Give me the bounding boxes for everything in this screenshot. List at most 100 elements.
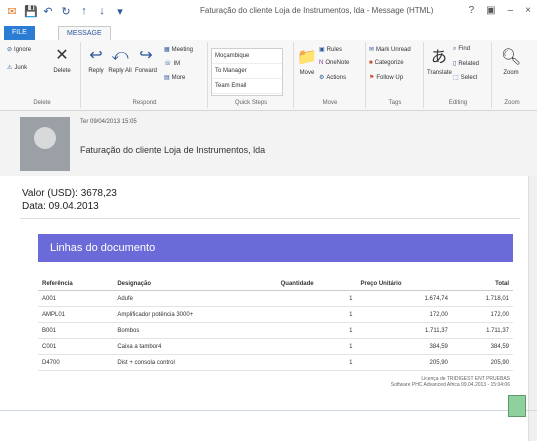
meeting-label: Meeting	[171, 47, 194, 53]
cell-total: 384,59	[451, 338, 513, 355]
translate-button[interactable]: あ Translate	[427, 48, 452, 76]
move-group-label: Move	[322, 100, 338, 106]
document-lines-table: Referência Designação Quantidade Preço U…	[38, 278, 513, 371]
ignore-icon: ⊘	[7, 47, 13, 53]
cell-price: 1.674,74	[356, 290, 452, 307]
quick-step-to-manager[interactable]: To Manager	[212, 64, 282, 79]
actions-label: Actions	[326, 75, 347, 81]
cell-ref: B001	[38, 322, 114, 339]
junk-button[interactable]: ⚠ Junk	[7, 64, 27, 71]
categorize-button[interactable]: ■ Categorize	[369, 60, 404, 66]
onenote-button[interactable]: N OneNote	[319, 60, 349, 66]
mark-unread-button[interactable]: ✉ Mark Unread	[369, 46, 411, 53]
find-button[interactable]: ⌕ Find	[453, 46, 470, 53]
quick-step-mocambique[interactable]: Moçambique	[212, 49, 282, 64]
move-label: Move	[299, 70, 315, 76]
reply-label: Reply	[88, 68, 104, 74]
more-button[interactable]: ▤ More	[164, 74, 185, 81]
sender-avatar	[20, 117, 70, 171]
follow-up-button[interactable]: ⚑ Follow Up	[369, 74, 403, 81]
cell-ref: C001	[38, 338, 114, 355]
reply-button[interactable]: ↩ Reply	[84, 46, 108, 74]
editing-group-label: Editing	[448, 100, 468, 106]
table-header-row: Referência Designação Quantidade Preço U…	[38, 278, 513, 291]
tab-file[interactable]: FILE	[4, 26, 35, 40]
rules-label: Rules	[326, 47, 343, 53]
zoom-group-label: Zoom	[504, 100, 520, 106]
down-arrow-icon[interactable]: ↓	[96, 5, 108, 18]
actions-icon: ⚙	[319, 75, 325, 81]
cell-price: 172,00	[356, 306, 452, 323]
tab-message[interactable]: MESSAGE	[58, 26, 111, 41]
help-button[interactable]: ?	[469, 5, 475, 16]
im-button[interactable]: ☏ IM	[164, 60, 180, 67]
col-preco: Preço Unitário	[356, 278, 452, 291]
col-designacao: Designação	[113, 278, 277, 291]
quick-steps-group: Moçambique To Manager Team Email Quick S…	[209, 42, 294, 108]
rules-button[interactable]: ▣ Rules	[319, 46, 342, 53]
ignore-button[interactable]: ⊘ Ignore	[7, 46, 31, 53]
vertical-scrollbar[interactable]	[528, 176, 537, 441]
translate-label: Translate	[427, 70, 452, 76]
delete-label: Delete	[53, 68, 71, 74]
people-pane-contact-icon[interactable]	[508, 395, 526, 417]
onenote-icon: N	[319, 60, 324, 66]
undo-icon[interactable]: ↶	[42, 5, 54, 18]
cell-total: 1.711,37	[451, 322, 513, 339]
bottom-divider	[0, 410, 537, 411]
up-arrow-icon[interactable]: ↑	[78, 5, 90, 18]
reply-all-button[interactable]: ⤺ Reply All	[108, 46, 132, 74]
message-body: Valor (USD): 3678,23 Data: 09.04.2013 Li…	[0, 176, 537, 441]
im-label: IM	[173, 61, 181, 67]
translate-icon: あ	[430, 49, 447, 66]
message-subject: Faturação do cliente Loja de Instrumento…	[80, 145, 266, 155]
categorize-icon: ■	[369, 60, 373, 66]
reply-all-label: Reply All	[108, 68, 132, 74]
dropdown-icon[interactable]: ▾	[114, 5, 126, 18]
flag-icon: ⚑	[369, 75, 375, 81]
delete-button[interactable]: ✕ Delete	[48, 46, 76, 74]
tags-group-label: Tags	[388, 100, 402, 106]
zoom-button[interactable]: 🔍︎ Zoom	[497, 48, 525, 76]
restore-ribbon-button[interactable]: ▣	[486, 5, 495, 16]
im-icon: ☏	[164, 61, 172, 67]
table-row: D4700 Dist + consola control 1 205,90 20…	[38, 354, 513, 371]
respond-group-label: Respond	[132, 100, 157, 106]
cell-design: Dist + consola control	[113, 354, 277, 371]
move-icon: 📁	[297, 49, 317, 66]
actions-button[interactable]: ⚙ Actions	[319, 74, 346, 81]
save-icon[interactable]: 💾	[24, 5, 38, 18]
forward-button[interactable]: ↪ Forward	[132, 46, 160, 74]
ribbon: ⊘ Ignore ⚠ Junk ✕ Delete Delete ↩ Reply ⤺ Rep…	[0, 40, 537, 111]
junk-label: Junk	[14, 65, 28, 71]
col-referencia: Referência	[38, 278, 114, 291]
envelope-icon: ✉	[369, 47, 375, 53]
meeting-button[interactable]: ▦ Meeting	[164, 46, 193, 53]
cell-qty: 1	[276, 322, 357, 339]
valor-text: Valor (USD): 3678,23	[22, 188, 117, 199]
more-icon: ▤	[164, 75, 170, 81]
cell-total: 172,00	[451, 306, 513, 323]
related-button[interactable]: ▯ Related	[453, 60, 479, 67]
data-text: Data: 09.04.2013	[22, 201, 99, 212]
related-icon: ▯	[453, 61, 457, 67]
cell-qty: 1	[276, 338, 357, 355]
move-button[interactable]: 📁 Move	[297, 48, 317, 76]
section-title: Linhas do documento	[50, 242, 156, 254]
table-row: B001 Bombos 1 1.711,37 1.711,37	[38, 322, 513, 339]
rules-icon: ▣	[319, 47, 325, 53]
close-button[interactable]: ×	[525, 5, 531, 16]
tags-group: ✉ Mark Unread ■ Categorize ⚑ Follow Up Tags	[367, 42, 424, 108]
minimize-button[interactable]: –	[508, 5, 514, 16]
table-row: AMPL01 Amplificador potência 3000+ 1 172…	[38, 306, 513, 323]
select-button[interactable]: ⬚ Select	[453, 74, 477, 81]
table-footer: Licença de TRIDIGEST ENT PRUEBAS Softwar…	[380, 376, 510, 388]
redo-icon[interactable]: ↻	[60, 5, 72, 18]
divider	[20, 218, 520, 219]
quick-step-team-email[interactable]: Team Email	[212, 79, 282, 94]
move-group: 📁 Move ▣ Rules N OneNote ⚙ Actions Move	[295, 42, 366, 108]
zoom-label: Zoom	[503, 70, 519, 76]
ribbon-tabs: FILE MESSAGE	[0, 24, 537, 41]
cell-qty: 1	[276, 306, 357, 323]
title-bar: ✉ 💾 ↶ ↻ ↑ ↓ ▾ Faturação do cliente Loja …	[0, 0, 537, 25]
